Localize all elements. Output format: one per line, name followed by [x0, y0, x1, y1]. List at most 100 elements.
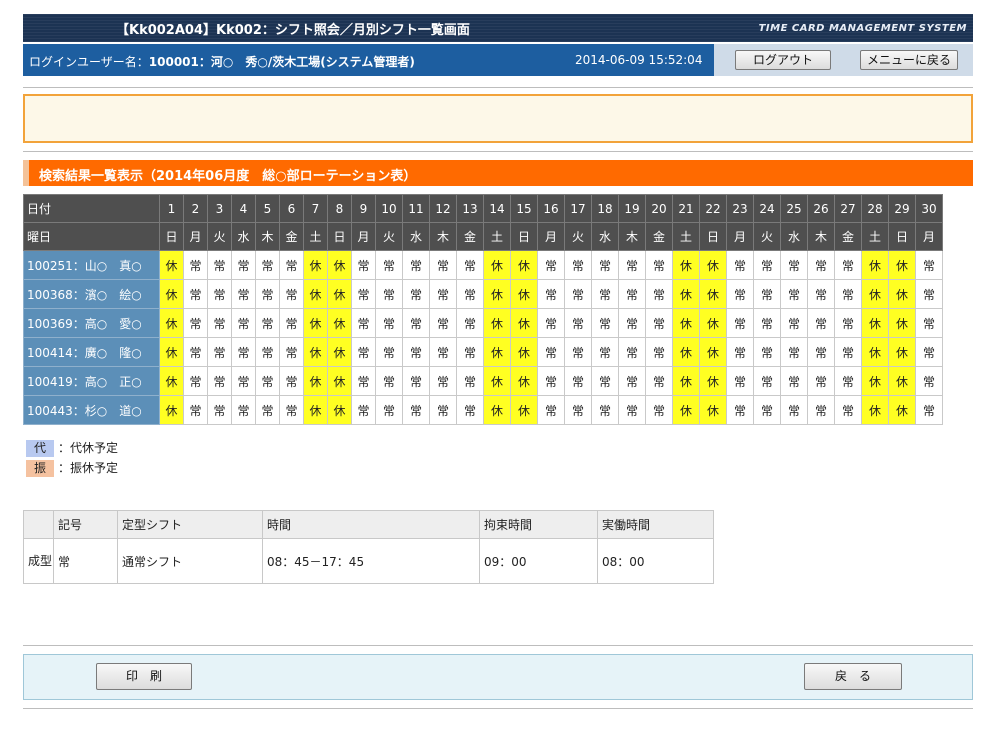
shift-cell-off: 休 [510, 250, 538, 280]
weekday-header-row-cell: 火 [564, 222, 592, 251]
shift-header-shift: 定型シフト [117, 510, 263, 539]
shift-cell-off: 休 [327, 308, 352, 338]
weekday-header-row-cell: 金 [645, 222, 673, 251]
login-user-id: 100001： [148, 55, 211, 69]
shift-cell-normal: 常 [726, 366, 754, 396]
shift-cell-off: 休 [888, 337, 916, 367]
shift-cell-off: 休 [672, 395, 700, 425]
weekday-header-row-cell: 木 [255, 222, 280, 251]
shift-cell-normal: 常 [429, 337, 457, 367]
shift-cell-normal: 常 [780, 395, 808, 425]
shift-cell-normal: 常 [915, 279, 943, 309]
shift-cell-normal: 常 [183, 366, 208, 396]
shift-cell-normal: 常 [537, 279, 565, 309]
shift-cell-normal: 常 [183, 250, 208, 280]
weekday-header-row-cell: 火 [375, 222, 403, 251]
shift-cell-normal: 常 [456, 366, 484, 396]
shift-cell-normal: 常 [591, 308, 619, 338]
employee-name: 100251：山○ 真○ [23, 250, 160, 280]
shift-cell-off: 休 [888, 366, 916, 396]
footer-bar: 印 刷 戻 る [23, 654, 973, 700]
legend-text-substitute: ：代休予定 [58, 441, 119, 455]
employee-row: 100419：高○ 正○ 休常常常常常休休常常常常常休休常常常常常休休常常常常常休… [23, 366, 943, 396]
shift-cell-off: 休 [483, 366, 511, 396]
back-to-menu-button[interactable]: メニューに戻る [860, 50, 958, 70]
shift-cell-normal: 常 [207, 366, 232, 396]
shift-cell-normal: 常 [591, 337, 619, 367]
date-header-row-cell: 16 [537, 194, 565, 223]
shift-cell-normal: 常 [915, 366, 943, 396]
weekday-header-row-cell: 木 [618, 222, 646, 251]
date-header-row-cell: 12 [429, 194, 457, 223]
shift-cell-normal: 常 [207, 308, 232, 338]
divider [23, 151, 973, 152]
shift-cell-off: 休 [327, 337, 352, 367]
shift-cell-normal: 常 [351, 308, 376, 338]
employee-name: 100443：杉○ 道○ [23, 395, 160, 425]
employee-row: 100443：杉○ 道○ 休常常常常常休休常常常常常休休常常常常常休休常常常常常休… [23, 395, 943, 425]
date-header-row-cell: 14 [483, 194, 511, 223]
shift-cell-normal: 常 [807, 308, 835, 338]
shift-cell-normal: 常 [537, 395, 565, 425]
shift-cell-normal: 常 [753, 308, 781, 338]
shift-cell-normal: 常 [255, 308, 280, 338]
shift-cell-off: 休 [672, 337, 700, 367]
shift-cell-normal: 常 [279, 337, 304, 367]
section-accent-bar [23, 160, 29, 186]
shift-cell-normal: 常 [915, 250, 943, 280]
shift-cell-off: 休 [672, 366, 700, 396]
employee-row: 100369：高○ 愛○ 休常常常常常休休常常常常常休休常常常常常休休常常常常常休… [23, 308, 943, 338]
shift-cell-off: 休 [699, 308, 727, 338]
weekday-header-row-cell: 日 [327, 222, 352, 251]
shift-cell-normal: 常 [915, 308, 943, 338]
shift-cell-normal: 常 [834, 308, 862, 338]
header-button-area: ログアウト メニューに戻る [714, 44, 973, 76]
shift-cell-off: 休 [327, 395, 352, 425]
weekday-header-row-cell: 火 [753, 222, 781, 251]
shift-cell-off: 休 [699, 395, 727, 425]
shift-header-time: 時間 [262, 510, 480, 539]
shift-cell-normal: 常 [564, 308, 592, 338]
shift-cell-normal: 常 [834, 395, 862, 425]
shift-cell-off: 休 [303, 279, 328, 309]
shift-group: 成型 [23, 538, 54, 584]
date-header-row-cell: 30 [915, 194, 943, 223]
shift-cell-off: 休 [510, 337, 538, 367]
shift-cell-normal: 常 [834, 366, 862, 396]
shift-cell-normal: 常 [279, 395, 304, 425]
date-header-row-cell: 21 [672, 194, 700, 223]
back-button[interactable]: 戻 る [804, 663, 902, 690]
weekday-header-row-cell: 水 [231, 222, 256, 251]
shift-cell-normal: 常 [207, 279, 232, 309]
logout-button[interactable]: ログアウト [735, 50, 831, 70]
legend-item-transfer: 振 ：振休予定 [26, 459, 118, 477]
shift-cell-normal: 常 [780, 308, 808, 338]
date-header-row-cell: 24 [753, 194, 781, 223]
shift-cell-normal: 常 [780, 366, 808, 396]
shift-mark: 常 [53, 538, 118, 584]
shift-cell-normal: 常 [753, 366, 781, 396]
shift-cell-normal: 常 [564, 337, 592, 367]
shift-cell-normal: 常 [429, 366, 457, 396]
date-header-row-cell: 20 [645, 194, 673, 223]
date-header-row-cell: 11 [402, 194, 430, 223]
shift-cell-off: 休 [699, 337, 727, 367]
shift-cell-normal: 常 [255, 395, 280, 425]
shift-cell-normal: 常 [429, 279, 457, 309]
shift-time: 08：45－17：45 [262, 538, 480, 584]
shift-cell-normal: 常 [834, 250, 862, 280]
print-button[interactable]: 印 刷 [96, 663, 192, 690]
shift-cell-normal: 常 [915, 337, 943, 367]
shift-cell-normal: 常 [279, 279, 304, 309]
legend-swatch-transfer: 振 [26, 460, 54, 477]
message-box [23, 94, 973, 143]
date-header-row-cell: 28 [861, 194, 889, 223]
weekday-header-row-cell: 月 [183, 222, 208, 251]
shift-cell-normal: 常 [456, 308, 484, 338]
shift-cell-normal: 常 [351, 279, 376, 309]
shift-cell-normal: 常 [231, 366, 256, 396]
shift-cell-off: 休 [699, 279, 727, 309]
shift-cell-off: 休 [303, 308, 328, 338]
weekday-header-row-cell: 日 [699, 222, 727, 251]
page-title: 【Kk002A04】Kk002：シフト照会／月別シフト一覧画面 [116, 23, 470, 38]
